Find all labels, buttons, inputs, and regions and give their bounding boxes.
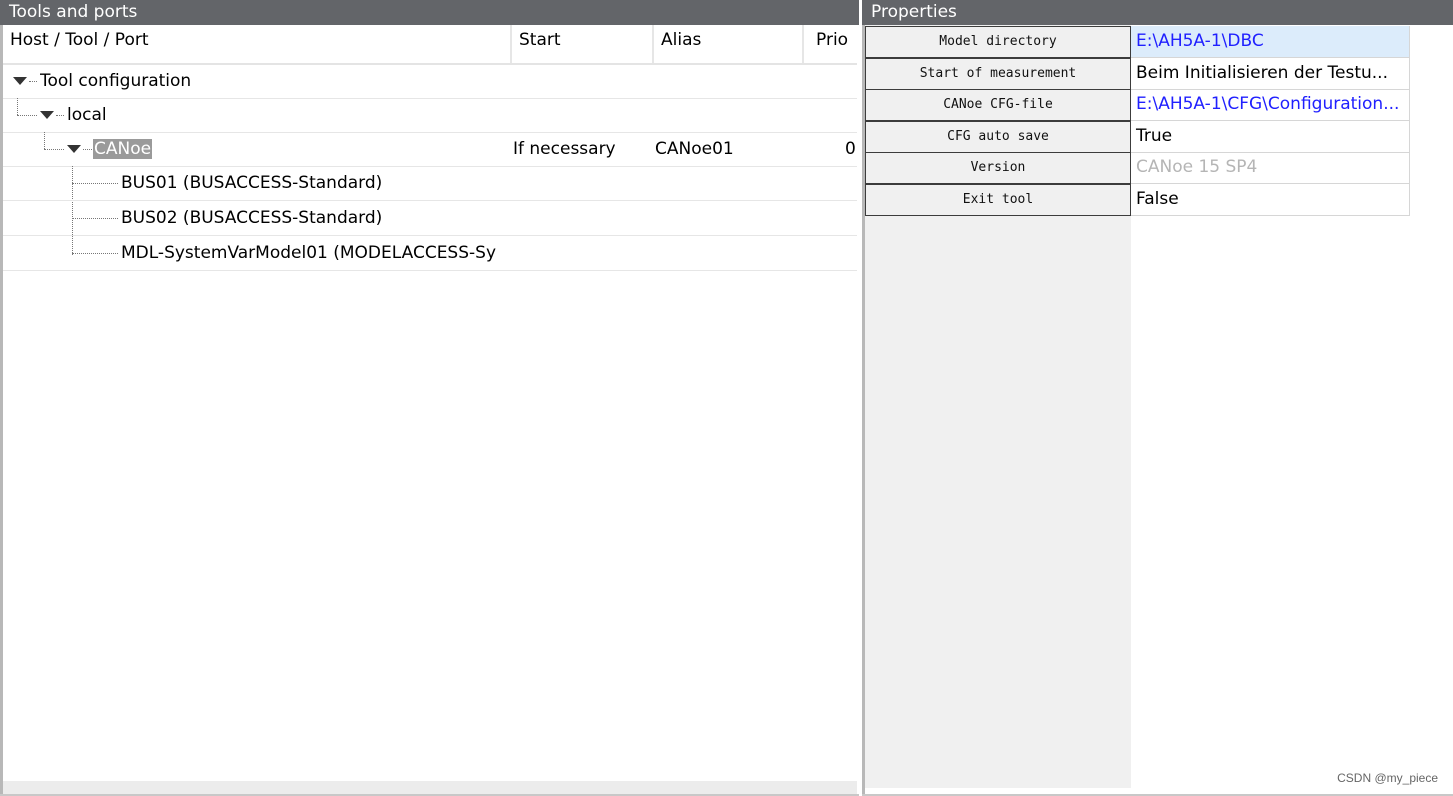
tree-node-label: BUS02 (BUSACCESS-Standard) <box>121 208 383 228</box>
tree-connector <box>17 115 37 116</box>
tree-connector <box>83 149 92 150</box>
column-header-prio[interactable]: Prio <box>804 25 857 63</box>
tree-row-bus01[interactable]: BUS01 (BUSACCESS-Standard) <box>3 166 857 201</box>
expand-triangle-icon[interactable] <box>67 145 81 153</box>
tool-alias-value: CANoe01 <box>655 139 734 159</box>
tree-row-bus02[interactable]: BUS02 (BUSACCESS-Standard) <box>3 201 857 236</box>
column-header-alias[interactable]: Alias <box>654 25 802 63</box>
tree-node-label-wrapper: CANoe <box>93 134 153 164</box>
property-value-cfg-auto-save[interactable]: True <box>1131 121 1410 153</box>
tree-node-label: local <box>67 105 107 125</box>
tools-table-header: Host / Tool / Port Start Alias Prio <box>3 25 857 65</box>
property-value-canoe-cfg-file[interactable]: E:\AH5A-1\CFG\Configuration... <box>1131 89 1410 121</box>
property-row-cfg-auto-save[interactable]: CFG auto save True <box>865 121 1410 153</box>
property-row-canoe-cfg-file[interactable]: CANoe CFG-file E:\AH5A-1\CFG\Configurati… <box>865 89 1410 121</box>
tree-connector <box>29 81 37 82</box>
tree-connector <box>72 218 118 219</box>
tree-node-label: BUS01 (BUSACCESS-Standard) <box>121 173 383 193</box>
property-name: Start of measurement <box>865 58 1131 90</box>
horizontal-scrollbar[interactable] <box>3 781 857 794</box>
tree-row-mdl-systemvarmodel01[interactable]: MDL-SystemVarModel01 (MODELACCESS-Sy <box>3 236 857 271</box>
expand-triangle-icon[interactable] <box>40 111 54 119</box>
expand-triangle-icon[interactable] <box>13 77 27 85</box>
tree-connector <box>17 98 18 115</box>
property-name: CANoe CFG-file <box>865 89 1131 121</box>
property-name: CFG auto save <box>865 121 1131 153</box>
properties-panel-title: Properties <box>862 0 1453 25</box>
property-row-version[interactable]: Version CANoe 15 SP4 <box>865 152 1410 184</box>
column-header-host-tool-port[interactable]: Host / Tool / Port <box>3 25 510 63</box>
property-row-start-of-measurement[interactable]: Start of measurement Beim Initialisieren… <box>865 58 1410 90</box>
tools-panel-title: Tools and ports <box>0 0 859 25</box>
property-row-model-directory[interactable]: Model directory E:\AH5A-1\DBC <box>865 26 1410 58</box>
tool-prio-value: 0 <box>845 139 856 159</box>
property-name: Model directory <box>865 26 1131 58</box>
property-value-exit-tool[interactable]: False <box>1131 184 1410 216</box>
tree-connector <box>44 132 45 149</box>
tree-row-local[interactable]: local <box>3 98 857 133</box>
tree-connector <box>72 253 118 254</box>
property-name: Version <box>865 152 1131 184</box>
property-value-start-of-measurement[interactable]: Beim Initialisieren der Testu... <box>1131 58 1410 90</box>
tool-start-value: If necessary <box>513 139 616 159</box>
tree-node-label: MDL-SystemVarModel01 (MODELACCESS-Sy <box>121 243 497 263</box>
tree-row-tool-configuration[interactable]: Tool configuration <box>3 64 857 99</box>
properties-panel: Properties Model directory E:\AH5A-1\DBC… <box>862 0 1453 796</box>
property-value-version: CANoe 15 SP4 <box>1131 152 1410 184</box>
tree-connector <box>72 183 118 184</box>
tree-connector <box>44 149 64 150</box>
tree-row-canoe[interactable]: CANoe If necessary CANoe01 0 <box>3 132 857 167</box>
tree-connector <box>56 115 64 116</box>
watermark: CSDN @my_piece <box>1337 771 1438 785</box>
property-row-exit-tool[interactable]: Exit tool False <box>865 184 1410 216</box>
tree-node-label-selected: CANoe <box>93 139 153 159</box>
tools-and-ports-panel: Tools and ports Host / Tool / Port Start… <box>0 0 860 796</box>
column-header-start[interactable]: Start <box>512 25 652 63</box>
property-name: Exit tool <box>865 184 1131 216</box>
tree-node-label: Tool configuration <box>40 71 192 91</box>
property-value-model-directory[interactable]: E:\AH5A-1\DBC <box>1131 26 1410 58</box>
